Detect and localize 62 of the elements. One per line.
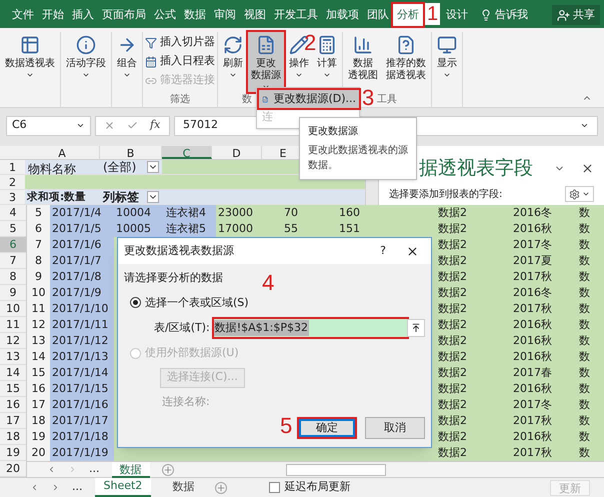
dialog-title: 更改数据透视表数据源 [124, 242, 234, 259]
radio-label: 使用外部数据源(U) [145, 345, 239, 361]
row-number: 18 [27, 413, 50, 429]
row-number: 7 [27, 237, 50, 253]
pane-prompt: 选择要添加到报表的字段: [389, 188, 502, 202]
table-cell: 2017/1/13 [50, 349, 114, 365]
table-cell: 2017/1/5 [50, 221, 114, 237]
step-number: 4 [262, 271, 274, 295]
step-number: 2 [304, 31, 316, 55]
step-number: 5 [280, 414, 292, 438]
row-number: 10 [27, 285, 50, 301]
row-number: 14 [27, 349, 50, 365]
range-value: 数据!$A$1:$P$32 [214, 320, 309, 336]
table-cell: 求和项:数量 [25, 190, 100, 204]
row-number: 12 [27, 317, 50, 333]
column-label: 列标签 [103, 189, 139, 206]
row-number: 5 [27, 205, 50, 221]
table-cell: 2017/1/7 [50, 253, 114, 269]
table-cell: 2017/1/6 [50, 237, 114, 253]
tooltip-title: 更改数据源 [308, 125, 359, 139]
row-number: 13 [27, 333, 50, 349]
table-cell: 2017/1/12 [50, 333, 114, 349]
group-label: 数 [242, 93, 252, 107]
connection-name-label: 连接名称: [162, 394, 211, 410]
cell-reference: C6 [12, 117, 27, 134]
table-cell: 2017/1/16 [50, 397, 114, 413]
row-number: 15 [27, 365, 50, 381]
table-cell: 连衣裙5 [164, 221, 216, 237]
table-cell: 2017/1/18 [50, 429, 114, 445]
formula-value: 57012 [183, 117, 218, 134]
row-number: 8 [27, 253, 50, 269]
table-cell: 2017/1/11 [50, 317, 114, 333]
table-cell: 2017/1/17 [50, 413, 114, 429]
table-cell: 10004 [114, 205, 164, 221]
step-number: 1 [425, 3, 440, 25]
row-number: 17 [27, 397, 50, 413]
table-cell: 2017/1/4 [50, 205, 114, 221]
table-cell: 物料名称 [25, 160, 100, 174]
row-number: 20 [27, 445, 50, 461]
pane-title: 据透视表字段 [419, 156, 533, 181]
table-cell: 2017/1/10 [50, 301, 114, 317]
group-label: 筛选 [170, 93, 190, 107]
row-number: 19 [27, 429, 50, 445]
table-cell: 2017/1/8 [50, 269, 114, 285]
row-number: 16 [27, 381, 50, 397]
tooltip-text: 更改此数据透视表的源数据。 [308, 144, 408, 173]
filter-value: (全部) [103, 159, 136, 176]
table-cell: 连衣裙4 [164, 205, 216, 221]
step-number: 3 [362, 86, 374, 110]
radio-label: 选择一个表或区域(S) [145, 294, 249, 310]
table-cell: 2017/1/15 [50, 381, 114, 397]
row-number: 6 [27, 221, 50, 237]
section-label: 请选择要分析的数据 [124, 270, 223, 286]
row-number: 11 [27, 301, 50, 317]
checkbox-label: 延迟布局更新 [284, 479, 350, 496]
row-number: 9 [27, 269, 50, 285]
group-label: 工具 [377, 93, 397, 107]
table-cell: 10005 [114, 221, 164, 237]
table-cell: 2017/1/9 [50, 285, 114, 301]
table-cell: 2017/1/19 [50, 445, 114, 461]
range-label: 表/区域(T): [154, 320, 210, 336]
table-cell: 2017/1/14 [50, 365, 114, 381]
